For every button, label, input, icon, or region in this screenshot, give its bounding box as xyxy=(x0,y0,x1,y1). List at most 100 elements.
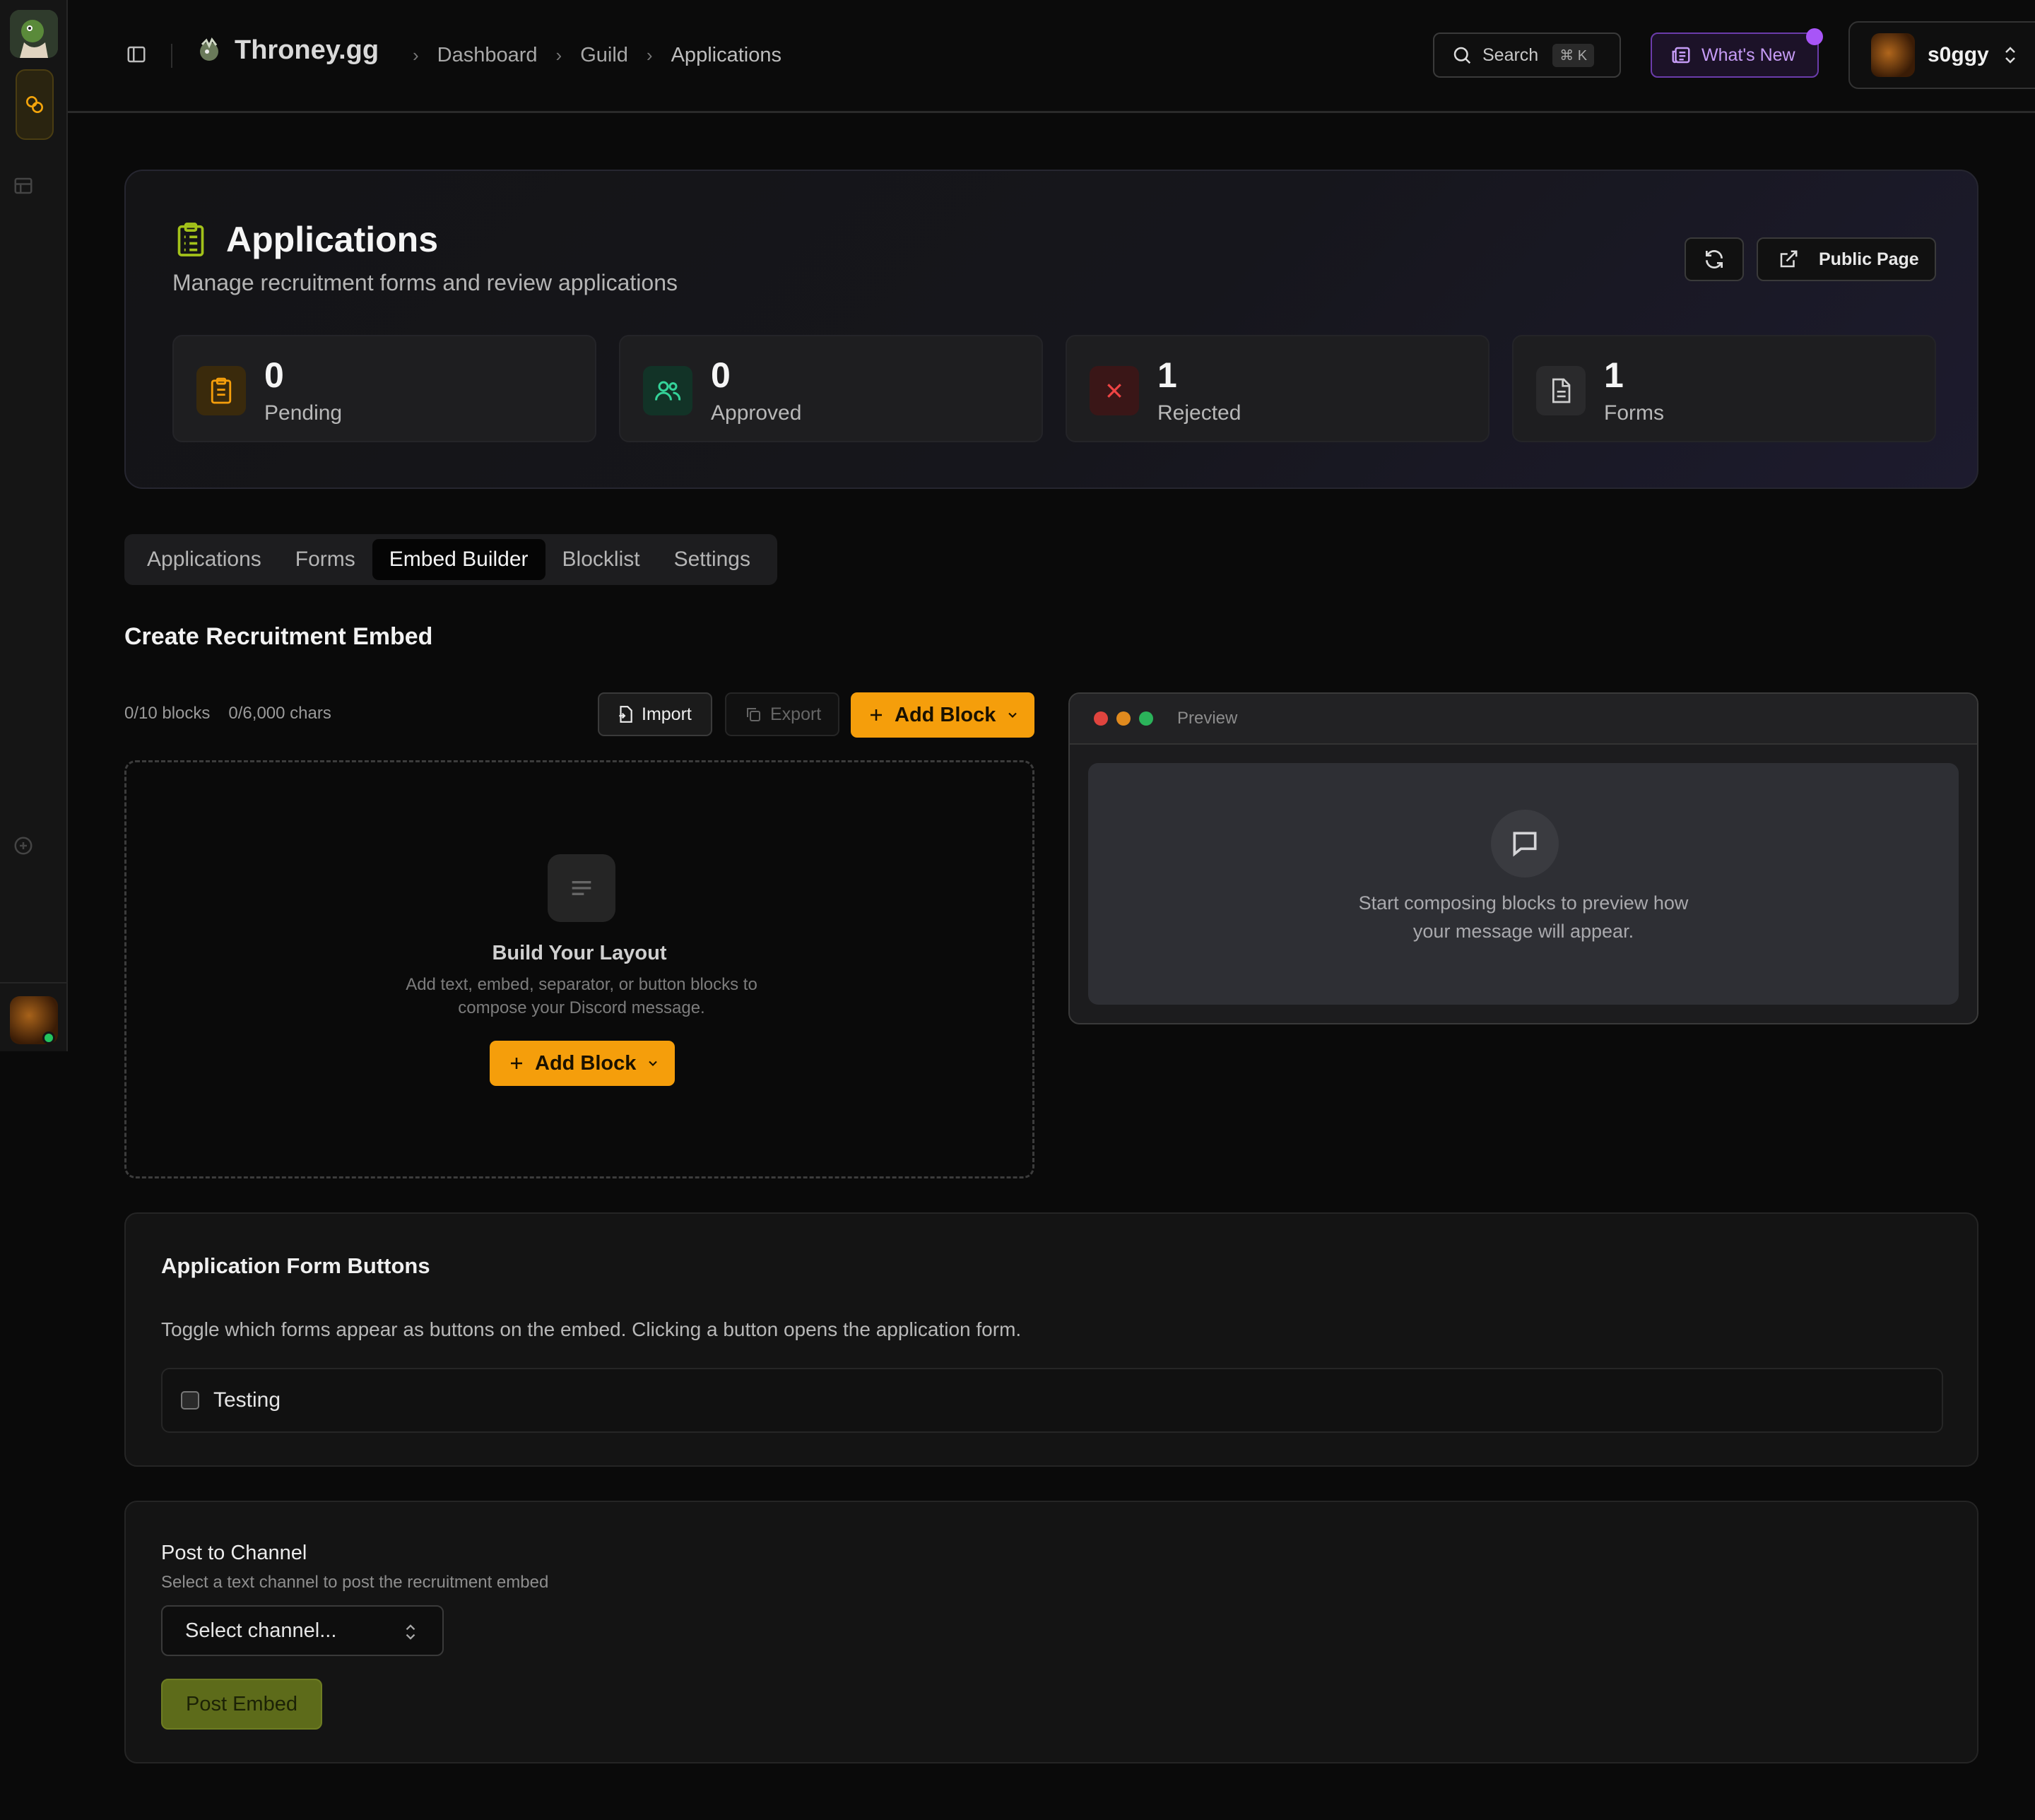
online-status-dot xyxy=(42,1032,55,1044)
public-page-button[interactable]: Public Page xyxy=(1757,237,1936,281)
public-page-label: Public Page xyxy=(1819,249,1919,269)
tab-settings[interactable]: Settings xyxy=(657,539,767,580)
clipboard-list-icon xyxy=(177,223,204,256)
breadcrumb-guild[interactable]: Guild xyxy=(580,44,628,67)
chevron-right-icon: › xyxy=(555,45,562,66)
tab-forms[interactable]: Forms xyxy=(278,539,372,580)
add-block-label: Add Block xyxy=(535,1051,637,1075)
post-channel-subtitle: Select a text channel to post the recrui… xyxy=(161,1573,549,1592)
user-name: s0ggy xyxy=(1928,43,1989,66)
import-button[interactable]: Import xyxy=(598,692,712,736)
rail-user-area xyxy=(0,982,68,1051)
chars-count: 0/6,000 chars xyxy=(228,704,331,723)
plus-icon xyxy=(871,709,882,721)
stat-label: Rejected xyxy=(1157,401,1241,425)
search-label: Search xyxy=(1482,45,1539,65)
stat-approved: 0 Approved xyxy=(619,335,1043,442)
stat-value: 1 xyxy=(1604,355,1624,395)
chevron-down-icon xyxy=(649,1060,658,1066)
import-label: Import xyxy=(642,704,692,724)
preview-empty-line: Start composing blocks to preview how yo… xyxy=(1358,892,1689,942)
notification-dot xyxy=(1806,28,1823,45)
user-menu-button[interactable]: s0ggy xyxy=(1848,21,2035,89)
sidebar-toggle-icon[interactable] xyxy=(126,44,147,65)
tab-embed-builder[interactable]: Embed Builder xyxy=(372,539,545,580)
refresh-button[interactable] xyxy=(1685,237,1744,281)
breadcrumb-applications: Applications xyxy=(671,44,781,66)
users-icon xyxy=(643,366,692,415)
file-text-icon xyxy=(1536,366,1586,415)
export-button[interactable]: Export xyxy=(725,692,839,736)
preview-body: Start composing blocks to preview how yo… xyxy=(1088,763,1959,1005)
layout-icon[interactable] xyxy=(13,175,34,196)
applications-header-card: Applications Manage recruitment forms an… xyxy=(124,170,1978,489)
window-dot-orange xyxy=(1116,711,1131,726)
newspaper-icon xyxy=(1672,47,1690,64)
channel-select[interactable]: Select channel... xyxy=(161,1605,444,1656)
builder-title: Create Recruitment Embed xyxy=(124,623,433,650)
breadcrumb-dashboard[interactable]: Dashboard xyxy=(437,44,538,67)
empty-title: Build Your Layout xyxy=(492,942,667,964)
preview-label: Preview xyxy=(1177,709,1238,728)
message-square-icon xyxy=(1491,810,1559,878)
form-toggle-row[interactable]: Testing xyxy=(161,1368,1943,1433)
post-channel-card: Post to Channel Select a text channel to… xyxy=(124,1501,1978,1763)
brand[interactable]: Throney.gg xyxy=(195,35,379,66)
plus-icon xyxy=(511,1058,522,1069)
add-block-button[interactable]: Add Block xyxy=(851,692,1034,738)
tabs: Applications Forms Embed Builder Blockli… xyxy=(124,534,777,585)
chevron-updown-icon xyxy=(406,1624,415,1640)
layout-dropzone: Build Your Layout Add text, embed, separ… xyxy=(124,760,1034,1178)
post-embed-button[interactable]: Post Embed xyxy=(161,1679,322,1730)
search-shortcut: ⌘ K xyxy=(1552,43,1595,67)
server-rail xyxy=(0,0,68,1051)
app-logo-avatar[interactable] xyxy=(10,10,58,58)
user-avatar xyxy=(1871,33,1915,77)
form-checkbox[interactable] xyxy=(181,1391,199,1410)
window-dot-red xyxy=(1094,711,1108,726)
brand-name: Throney.gg xyxy=(235,35,379,65)
stat-value: 0 xyxy=(264,355,284,395)
builder-counts: 0/10 blocks 0/6,000 chars xyxy=(124,704,331,723)
whats-new-label: What's New xyxy=(1701,45,1795,65)
brand-logo-icon xyxy=(200,37,218,61)
form-buttons-card: Application Form Buttons Toggle which fo… xyxy=(124,1212,1978,1467)
external-link-icon xyxy=(1780,250,1798,268)
tab-applications[interactable]: Applications xyxy=(130,539,278,580)
chevron-right-icon: › xyxy=(413,45,419,66)
copy-icon xyxy=(747,708,760,721)
form-toggle-label: Testing xyxy=(213,1388,281,1412)
chevron-right-icon: › xyxy=(646,45,653,66)
breadcrumb: › Dashboard › Guild › Applications xyxy=(394,44,781,67)
preview-empty-text: Start composing blocks to preview how yo… xyxy=(1088,889,1959,945)
stat-pending: 0 Pending xyxy=(172,335,596,442)
whats-new-button[interactable]: What's New xyxy=(1651,28,1823,78)
top-bar: Throney.gg › Dashboard › Guild › Applica… xyxy=(68,0,2035,113)
stat-label: Approved xyxy=(711,401,802,425)
blocks-count: 0/10 blocks xyxy=(124,704,211,723)
search-button[interactable]: Search ⌘ K xyxy=(1433,32,1621,78)
window-dot-green xyxy=(1139,711,1153,726)
chevron-down-icon xyxy=(1008,712,1018,718)
clipboard-icon xyxy=(196,366,246,415)
stat-forms: 1 Forms xyxy=(1512,335,1936,442)
guild-icon-active[interactable] xyxy=(16,69,54,140)
export-label: Export xyxy=(770,704,822,724)
file-import-icon xyxy=(619,706,632,723)
add-block-button-empty[interactable]: Add Block xyxy=(490,1041,675,1086)
preview-panel: Preview Start composing blocks to previe… xyxy=(1068,692,1978,1024)
stat-label: Pending xyxy=(264,401,343,425)
tab-blocklist[interactable]: Blocklist xyxy=(545,539,657,580)
add-server-icon[interactable] xyxy=(13,835,34,856)
topbar-divider xyxy=(171,44,172,68)
x-icon xyxy=(1090,366,1139,415)
app-root: Throney.gg › Dashboard › Guild › Applica… xyxy=(0,0,2035,1820)
stats-row: 0 Pending 0 Approved 1 Rejected 1 Forms xyxy=(172,335,1936,442)
stat-value: 0 xyxy=(711,355,731,395)
channel-select-placeholder: Select channel... xyxy=(185,1619,337,1642)
post-channel-title: Post to Channel xyxy=(161,1542,307,1564)
stat-label: Forms xyxy=(1604,401,1664,425)
form-buttons-title: Application Form Buttons xyxy=(161,1253,430,1278)
refresh-icon xyxy=(1706,250,1723,268)
stat-rejected: 1 Rejected xyxy=(1066,335,1490,442)
